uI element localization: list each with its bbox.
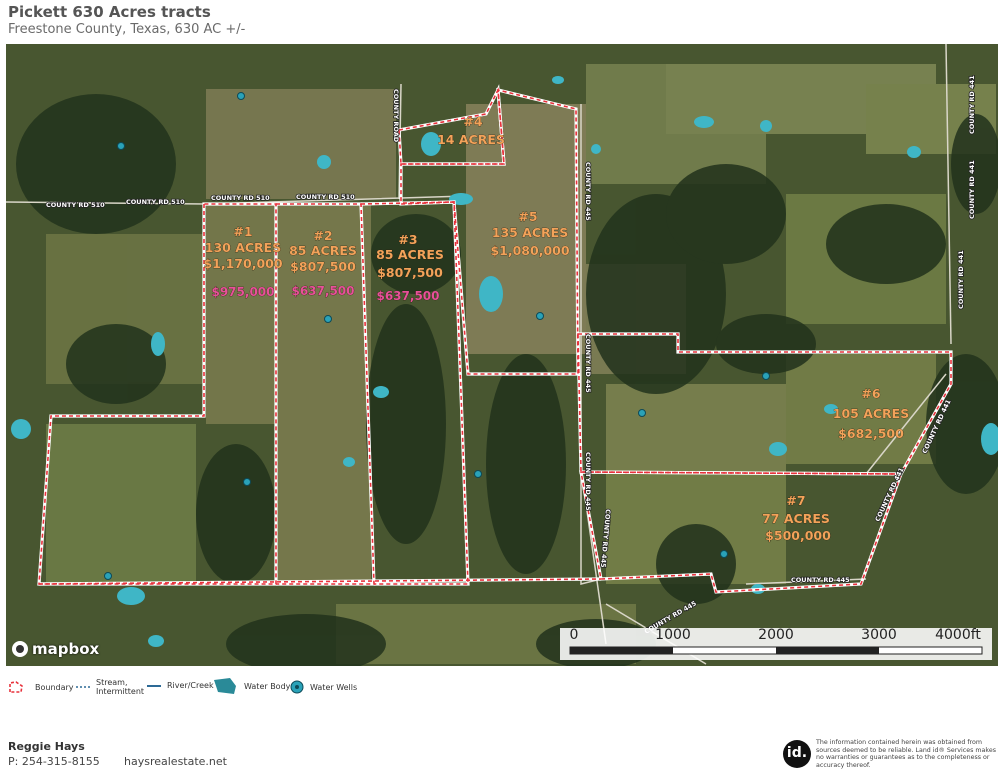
road-label-cr445-east: COUNTY RD 445: [791, 576, 850, 584]
road-label-cr510-mid: COUNTY RD 510: [126, 198, 185, 206]
tract-6-number: #6: [861, 386, 880, 401]
mapbox-text: mapbox: [32, 640, 100, 658]
land-id-logo: id.: [783, 740, 811, 768]
page-title: Pickett 630 Acres tracts: [8, 3, 211, 21]
mapbox-attribution[interactable]: mapbox: [12, 640, 99, 658]
map-canvas[interactable]: COUNTY RD 510 COUNTY RD 510 COUNTY RD 51…: [6, 44, 998, 666]
legend-river-label: River/Creek: [167, 681, 214, 690]
tract-2-number: #2: [313, 228, 332, 243]
scale-bar: 0 1000 2000 3000 4000ft: [560, 627, 992, 660]
road-label-cr441-north: COUNTY RD 441: [968, 75, 976, 134]
road-label-cr441-b: COUNTY RD 441: [957, 250, 965, 309]
road-label-cr510-a: COUNTY RD 510: [211, 194, 270, 202]
road-label-county-road: COUNTY ROAD: [392, 89, 400, 143]
agent-website-link[interactable]: haysrealestate.net: [124, 755, 227, 768]
water-body-swatch-icon: [214, 678, 236, 694]
scale-tick-0: 0: [569, 627, 579, 643]
tract-5-number: #5: [518, 209, 537, 224]
scale-tick-2000: 2000: [758, 627, 794, 643]
river-line-icon: [147, 684, 161, 687]
road-label-cr510-b: COUNTY RD 510: [296, 193, 355, 201]
tract-1-number: #1: [233, 224, 252, 239]
road-label-cr441-a: COUNTY RD 441: [968, 160, 976, 219]
map-legend: Boundary Stream, Intermittent River/Cree…: [0, 676, 1000, 706]
mapbox-logo-icon: [12, 641, 28, 657]
tract-6-price: $682,500: [838, 426, 904, 441]
tract-3-number: #3: [398, 232, 417, 247]
road-label-cr445-north: COUNTY RD 445: [584, 162, 592, 221]
tract-3-acres: 85 ACRES: [376, 247, 444, 262]
stream-line-icon: [76, 686, 90, 688]
road-label-cr445-south: COUNTY RD 445: [584, 452, 592, 511]
tract-1-acres: 130 ACRES: [205, 240, 281, 255]
legend-boundary-label: Boundary: [35, 682, 74, 692]
legend-water-wells: Water Wells: [290, 680, 357, 694]
page-subtitle: Freestone County, Texas, 630 AC +/-: [8, 22, 246, 37]
scale-tick-1000: 1000: [655, 627, 691, 643]
scale-tick-4000: 4000ft: [935, 627, 981, 643]
boundary-swatch-icon: [9, 681, 23, 693]
tract-3-alt-price: $637,500: [376, 289, 439, 303]
legend-water-wells-label: Water Wells: [310, 682, 358, 692]
legend-stream-label: Stream, Intermittent: [96, 678, 145, 696]
tract-7-number: #7: [786, 493, 805, 508]
scale-tick-3000: 3000: [861, 627, 897, 643]
tract-7-acres: 77 ACRES: [762, 511, 830, 526]
legend-stream: Stream, Intermittent: [76, 678, 146, 696]
tract-2-acres: 85 ACRES: [289, 243, 357, 258]
disclaimer-text: The information contained herein was obt…: [816, 739, 996, 769]
tract-3-price: $807,500: [377, 265, 443, 280]
tract-2-alt-price: $637,500: [291, 284, 354, 298]
legend-water-body-label: Water Body: [244, 681, 291, 691]
tract-2-price: $807,500: [290, 259, 356, 274]
legend-boundary: Boundary: [8, 680, 74, 694]
agent-name: Reggie Hays: [8, 740, 85, 753]
tract-6-acres: 105 ACRES: [833, 406, 909, 421]
legend-river: River/Creek: [147, 681, 214, 690]
tract-1-alt-price: $975,000: [211, 285, 274, 299]
legend-water-body: Water Body: [212, 676, 290, 696]
tract-5-price: $1,080,000: [490, 243, 569, 258]
tract-1-price: $1,170,000: [203, 256, 282, 271]
tract-4-acres: 14 ACRES: [437, 132, 505, 147]
satellite-map[interactable]: COUNTY RD 510 COUNTY RD 510 COUNTY RD 51…: [6, 44, 998, 666]
tract-4-number: #4: [463, 114, 482, 129]
tract-7-price: $500,000: [765, 528, 831, 543]
tract-5-acres: 135 ACRES: [492, 225, 568, 240]
road-label-cr445-mid: COUNTY RD 445: [584, 334, 592, 393]
agent-phone[interactable]: P: 254-315-8155: [8, 755, 100, 768]
water-well-icon: [290, 680, 304, 694]
road-label-cr510-west: COUNTY RD 510: [46, 201, 105, 209]
